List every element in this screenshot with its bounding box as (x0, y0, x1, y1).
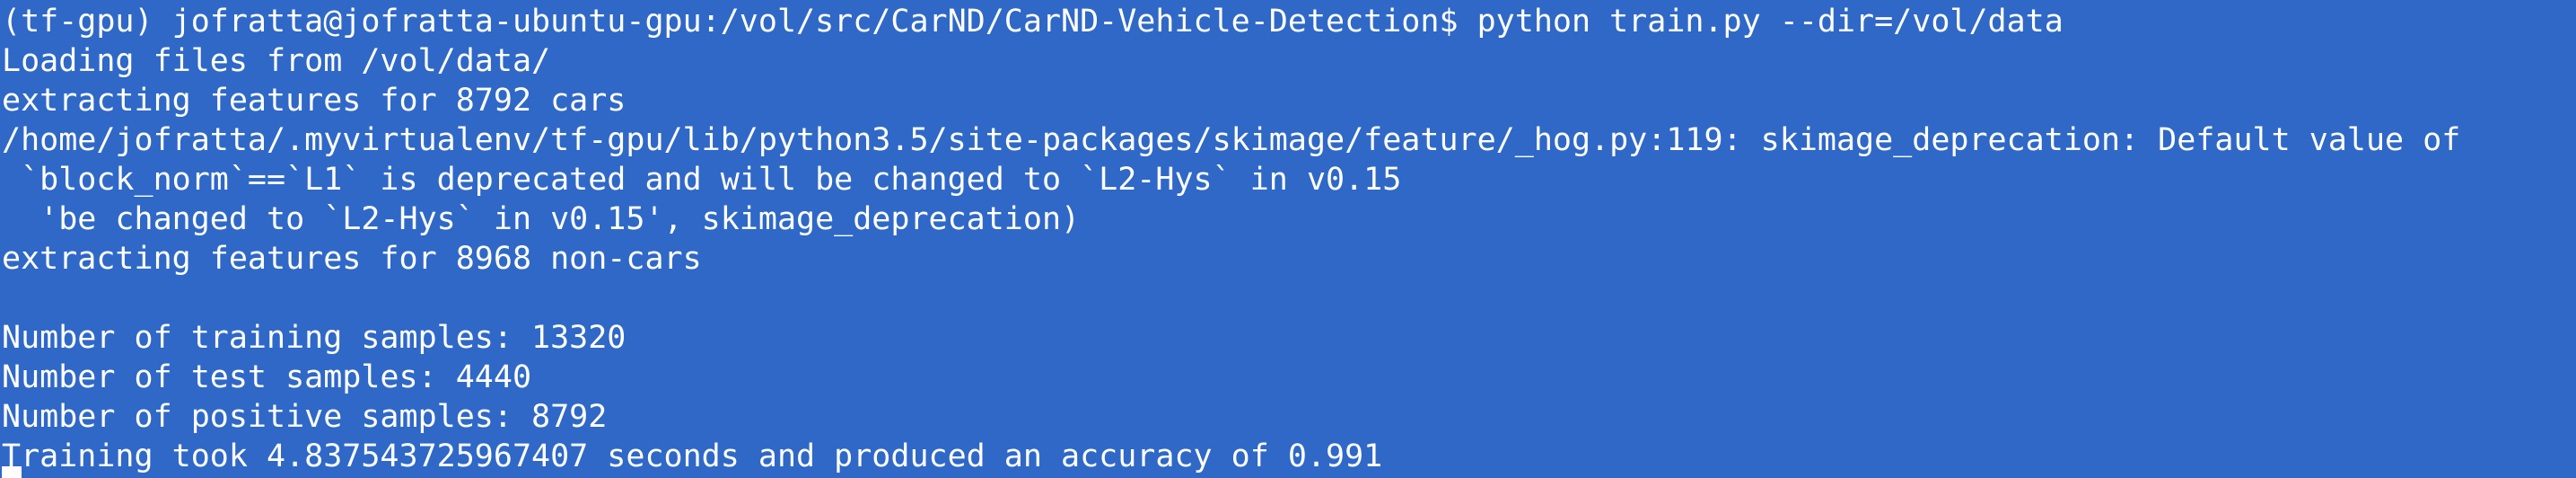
output-line: Training took 4.837543725967407 seconds … (2, 438, 1383, 474)
warning-line: /home/jofratta/.myvirtualenv/tf-gpu/lib/… (2, 122, 2461, 158)
output-line: Number of test samples: 4440 (2, 359, 532, 395)
output-line: Number of training samples: 13320 (2, 320, 626, 356)
next-prompt-line (2, 466, 22, 478)
warning-line: `block_norm`==`L1` is deprecated and wil… (2, 162, 1402, 198)
terminal-window[interactable]: (tf-gpu) jofratta@jofratta-ubuntu-gpu:/v… (0, 0, 2576, 478)
output-line: Number of positive samples: 8792 (2, 399, 608, 435)
command-prompt-line: (tf-gpu) jofratta@jofratta-ubuntu-gpu:/v… (2, 4, 2063, 40)
output-line: Loading files from /vol/data/ (2, 43, 551, 79)
warning-line: 'be changed to `L2-Hys` in v0.15', skima… (2, 201, 1081, 237)
terminal-cursor (2, 466, 22, 478)
output-line: extracting features for 8968 non-cars (2, 241, 702, 277)
output-line: extracting features for 8792 cars (2, 83, 626, 119)
